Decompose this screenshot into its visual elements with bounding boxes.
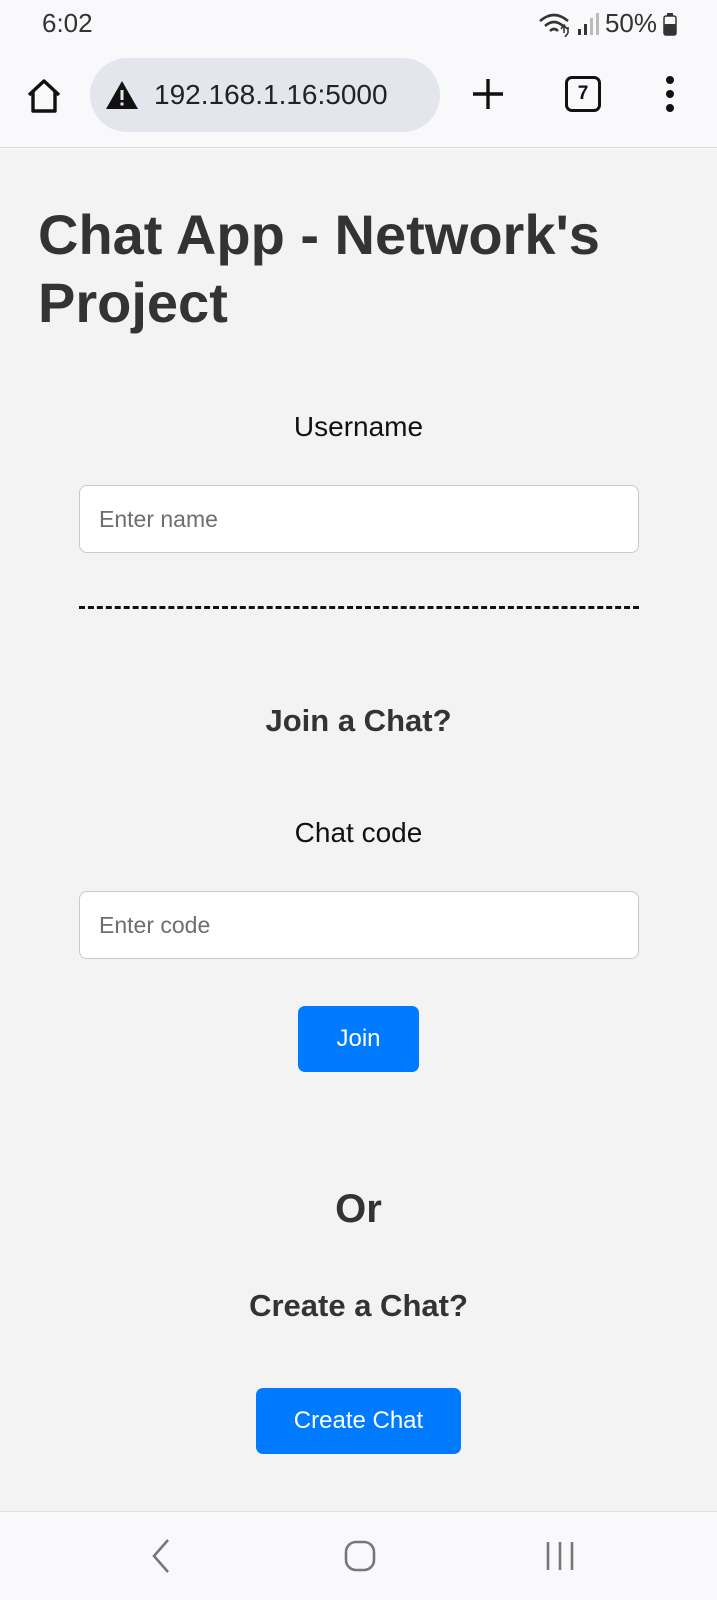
- status-time: 6:02: [42, 8, 93, 38]
- join-button[interactable]: Join: [298, 1006, 419, 1072]
- recents-button[interactable]: [538, 1534, 582, 1578]
- create-chat-button[interactable]: Create Chat: [256, 1388, 461, 1454]
- page-content: Chat App - Network's Project Username Jo…: [0, 149, 717, 1511]
- recents-icon: [546, 1542, 574, 1570]
- home-button[interactable]: [24, 76, 64, 116]
- wifi-icon: [537, 11, 571, 37]
- divider: [79, 606, 639, 609]
- battery-icon: [663, 12, 677, 36]
- chat-code-label: Chat code: [294, 817, 423, 848]
- url-text: 192.168.1.16:5000: [154, 79, 388, 110]
- status-bar: 6:02 50%: [0, 0, 717, 48]
- back-button[interactable]: [140, 1534, 184, 1578]
- signal-icon: [577, 12, 599, 36]
- home-icon: [27, 79, 61, 113]
- home-icon: [344, 1540, 376, 1572]
- system-nav-bar: [0, 1511, 717, 1600]
- plus-icon: [473, 79, 503, 109]
- chat-code-input[interactable]: [79, 891, 639, 959]
- create-chat-heading: Create a Chat?: [249, 1288, 468, 1323]
- browser-menu-button[interactable]: [660, 74, 680, 114]
- tab-switcher-button[interactable]: 7: [565, 76, 601, 112]
- menu-icon: [666, 76, 674, 112]
- username-input[interactable]: [79, 485, 639, 553]
- browser-toolbar: 192.168.1.16:5000 7: [0, 48, 717, 148]
- or-heading: Or: [335, 1187, 382, 1231]
- system-home-button[interactable]: [339, 1534, 383, 1578]
- address-bar[interactable]: 192.168.1.16:5000: [90, 58, 440, 132]
- username-label: Username: [293, 411, 424, 442]
- tab-count: 7: [577, 83, 589, 104]
- join-chat-heading: Join a Chat?: [265, 703, 452, 738]
- new-tab-button[interactable]: [468, 74, 508, 114]
- back-icon: [152, 1539, 169, 1573]
- page-title: Chat App - Network's Project: [38, 203, 600, 334]
- status-icons: 50%: [537, 8, 677, 39]
- warning-icon: [106, 81, 138, 109]
- battery-level: 50%: [604, 8, 657, 38]
